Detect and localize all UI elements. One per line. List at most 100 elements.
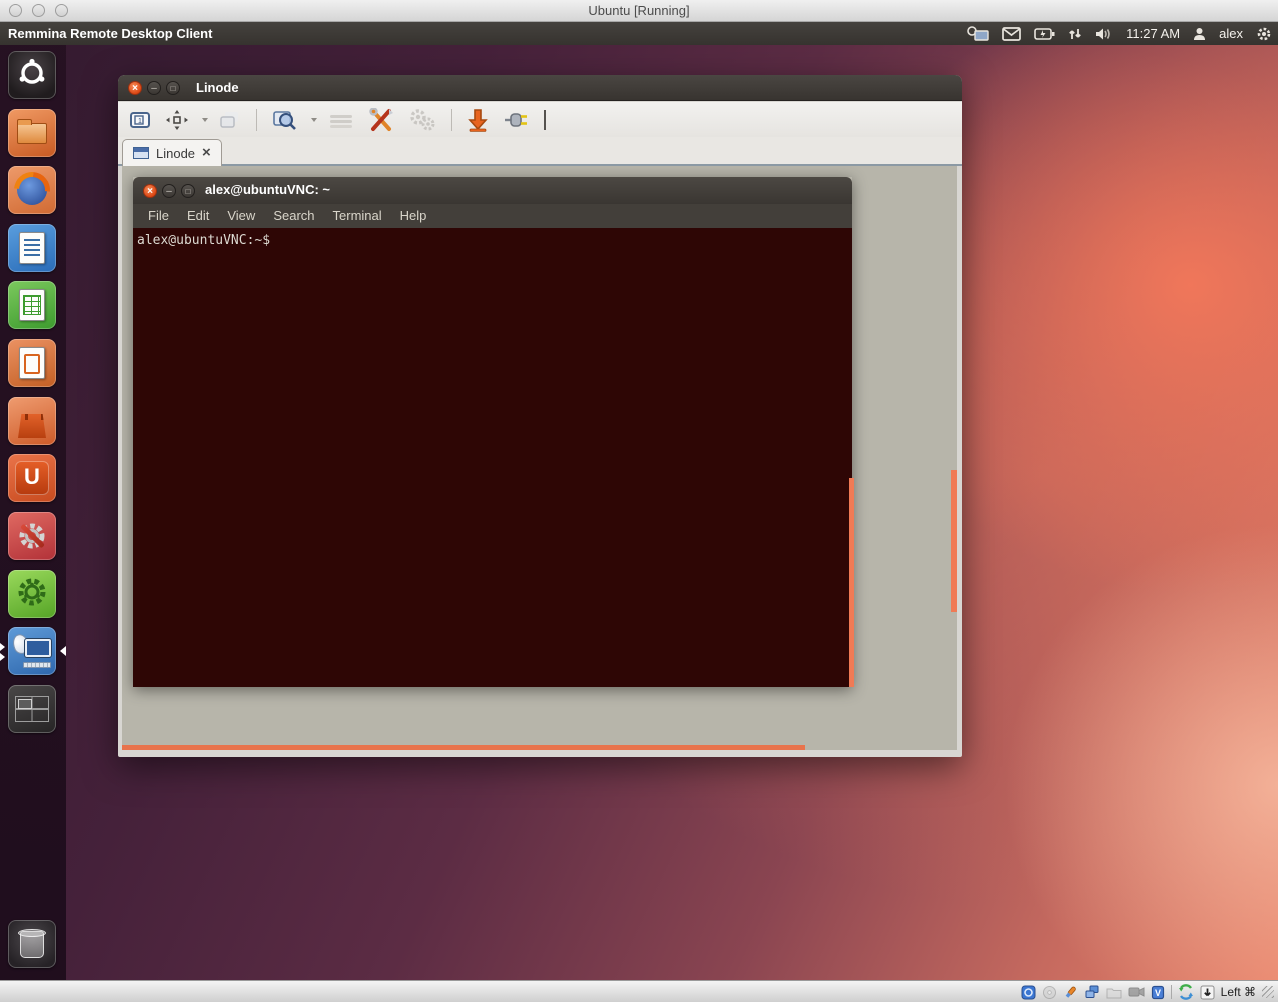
connection-icon [133,147,149,159]
maximize-button[interactable] [166,81,180,95]
remote-desktop-indicator-icon[interactable] [967,26,989,42]
toolbar-separator [256,109,257,131]
remmina-icon [13,634,51,668]
session-gear-icon[interactable] [1256,26,1272,42]
close-button[interactable] [128,81,142,95]
launcher-item-software-center[interactable] [8,397,56,445]
shell-prompt: alex@ubuntuVNC:~$ [137,233,270,248]
grab-keyboard-icon [328,111,354,129]
host-key-label: Left ⌘ [1221,985,1256,999]
user-indicator-icon[interactable] [1193,27,1206,41]
connection-tab-linode[interactable]: Linode [122,139,222,166]
terminal-maximize-button[interactable] [181,184,195,198]
terminal-titlebar[interactable]: alex@ubuntuVNC: ~ [133,177,852,204]
vnc-artifact-strip [849,478,854,687]
clock[interactable]: 11:27 AM [1126,26,1180,41]
zoom-button[interactable] [269,106,301,134]
toolbar-text-cursor [544,110,546,130]
shopping-bag-icon [18,414,46,438]
username[interactable]: alex [1219,26,1243,41]
keyboard-capture-icon[interactable] [1200,985,1215,1000]
scaled-mode-icon [165,109,189,131]
toolbar-separator-2 [451,109,452,131]
launcher-item-firefox[interactable] [8,166,56,214]
launcher-item-trash[interactable] [8,920,56,968]
tab-close-icon[interactable] [202,146,211,160]
remmina-toolbar: 1 [118,102,962,137]
statusbar-separator [1171,985,1172,999]
preferences-button[interactable] [405,106,439,134]
resize-grip[interactable] [1262,986,1274,998]
menu-search[interactable]: Search [264,204,323,228]
virtualbox-statusbar: V Left ⌘ [0,980,1278,1002]
tools-button[interactable] [365,106,397,134]
minimize-connection-button[interactable] [464,106,492,134]
video-capture-icon[interactable] [1128,986,1145,998]
fullscreen-icon: 1 [129,110,151,130]
zoom-options-caret[interactable] [311,118,317,122]
terminal-window-title: alex@ubuntuVNC: ~ [205,177,330,204]
terminal-screen[interactable]: alex@ubuntuVNC:~$ [133,228,852,687]
shared-folders-icon[interactable] [1106,986,1122,999]
remote-desktop-view[interactable]: alex@ubuntuVNC: ~ File Edit View Search … [122,166,957,750]
network-traffic-indicator-icon[interactable] [1068,27,1082,41]
remmina-tabbar: Linode [118,137,962,166]
menu-view[interactable]: View [218,204,264,228]
minimize-button[interactable] [147,81,161,95]
mouse-integration-icon[interactable] [1178,984,1194,1000]
launcher-item-libreoffice-impress[interactable] [8,339,56,387]
menu-edit[interactable]: Edit [178,204,218,228]
writer-document-icon [19,232,45,264]
virtualbox-status-icons: V Left ⌘ [1021,981,1274,1002]
usb-icon[interactable] [1063,985,1078,1000]
svg-text:1: 1 [138,118,142,125]
menu-file[interactable]: File [139,204,178,228]
launcher-item-ubuntu-one[interactable] [8,454,56,502]
launcher-item-system-settings[interactable] [8,512,56,560]
disconnect-button[interactable] [500,106,532,134]
virtualization-features-icon[interactable]: V [1151,985,1165,1000]
network-icon[interactable] [1084,985,1100,999]
remmina-titlebar[interactable]: Linode [118,75,962,101]
launcher-item-remmina[interactable] [8,627,56,675]
ubuntu-one-icon [15,461,49,495]
updater-gear-icon [15,575,49,614]
gears-icon [408,108,436,132]
magnifier-icon [272,109,298,131]
svg-text:V: V [1155,988,1161,998]
volume-indicator-icon[interactable] [1095,27,1113,41]
duplicate-icon [219,110,241,130]
battery-indicator-icon[interactable] [1034,28,1055,40]
remmina-window-controls [128,81,180,95]
remmina-running-pip-2 [0,653,5,661]
launcher-item-software-updater[interactable] [8,570,56,618]
folder-icon [17,123,47,144]
launcher-item-files[interactable] [8,109,56,157]
workspace-grid-icon [15,696,49,722]
remmina-running-pip [0,643,5,651]
ubuntu-top-panel: Remmina Remote Desktop Client 11:27 AM a… [0,22,1278,45]
mail-indicator-icon[interactable] [1002,27,1021,41]
terminal-minimize-button[interactable] [162,184,176,198]
menu-terminal[interactable]: Terminal [324,204,391,228]
scaled-mode-button[interactable] [162,106,192,134]
duplicate-connection-button[interactable] [216,106,244,134]
host-window-titlebar: Ubuntu [Running] [0,0,1278,22]
vnc-artifact-strip-right [951,470,957,612]
grab-keyboard-button[interactable] [325,106,357,134]
terminal-close-button[interactable] [143,184,157,198]
remmina-focused-arrow [60,646,66,656]
launcher-item-libreoffice-writer[interactable] [8,224,56,272]
optical-drives-icon[interactable] [1042,985,1057,1000]
launcher-item-workspace-switcher[interactable] [8,685,56,733]
toggle-fullscreen-button[interactable]: 1 [126,106,154,134]
ubuntu-logo-icon [17,58,47,93]
launcher-item-libreoffice-calc[interactable] [8,281,56,329]
hard-disks-icon[interactable] [1021,985,1036,1000]
menu-help[interactable]: Help [391,204,436,228]
tab-label: Linode [156,146,195,161]
terminal-window-controls [143,184,195,198]
scaled-mode-options-caret[interactable] [202,118,208,122]
launcher-item-dash-home[interactable] [8,51,56,99]
active-app-title[interactable]: Remmina Remote Desktop Client [8,22,212,45]
